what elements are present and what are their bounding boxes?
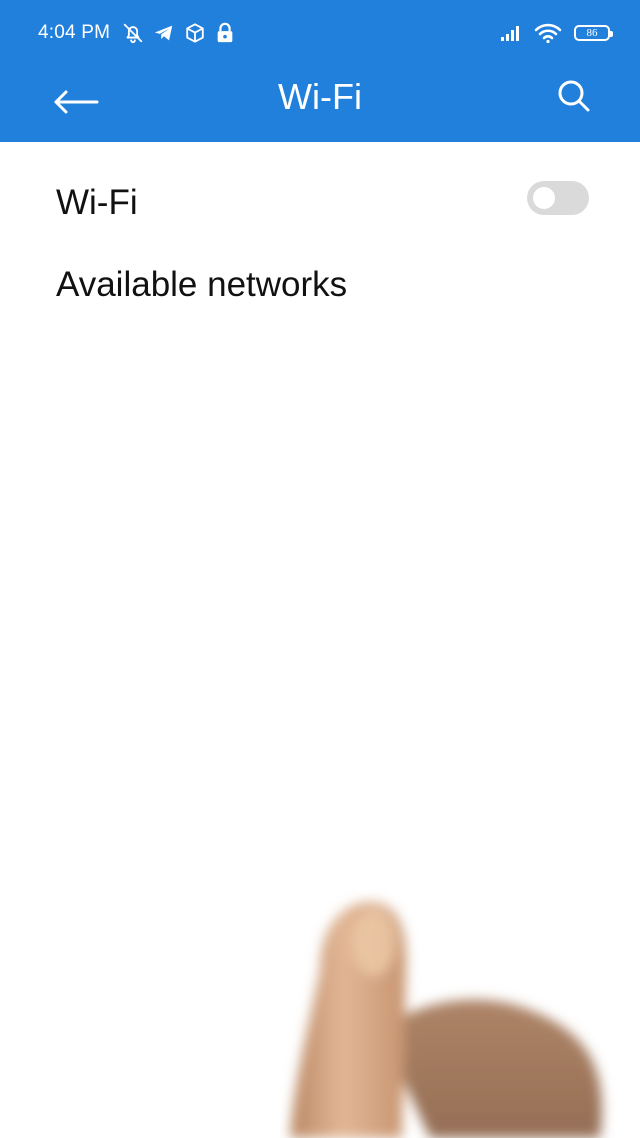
cellular-signal-icon <box>500 24 522 42</box>
search-icon <box>557 79 591 118</box>
wifi-toggle-row[interactable]: Wi-Fi <box>0 142 640 260</box>
wifi-settings-screen: 4:04 PM 86 Wi-Fi Wi-Fi Available network… <box>0 0 640 1138</box>
search-button[interactable] <box>544 70 604 126</box>
toggle-knob <box>533 187 555 209</box>
wifi-toggle-switch[interactable] <box>527 181 589 215</box>
telegram-icon <box>153 22 175 44</box>
battery-level: 86 <box>586 27 598 39</box>
status-time: 4:04 PM <box>38 22 111 43</box>
pointing-finger-image <box>290 902 602 1138</box>
battery-icon: 86 <box>574 25 613 41</box>
lock-icon <box>215 22 235 44</box>
status-notification-icons <box>122 20 235 46</box>
app-bar: Wi-Fi <box>0 66 640 142</box>
available-networks-header: Available networks <box>56 265 348 304</box>
bell-off-icon <box>122 22 144 44</box>
wifi-signal-icon <box>534 22 562 44</box>
status-system-icons: 86 <box>500 20 613 46</box>
wifi-row-label: Wi-Fi <box>56 183 138 222</box>
package-icon <box>184 22 206 44</box>
status-bar: 4:04 PM 86 <box>0 0 640 66</box>
